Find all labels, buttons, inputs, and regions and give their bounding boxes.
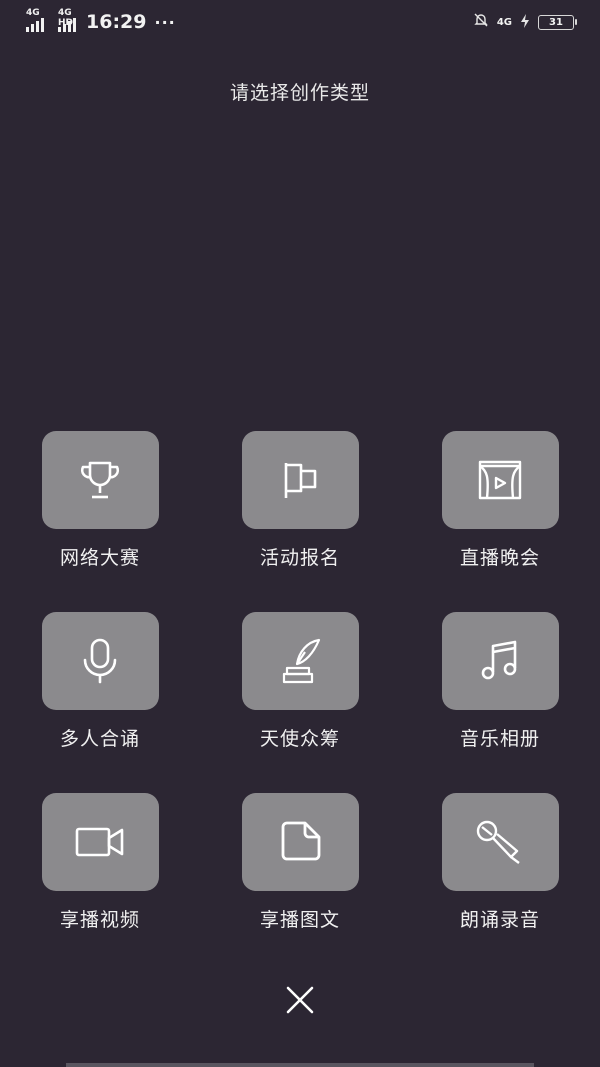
tile-icon-box[interactable]	[41, 612, 159, 710]
clock: 16:29	[86, 11, 147, 33]
tile-label: 多人合诵	[59, 728, 140, 750]
tile-label: 天使众筹	[259, 728, 340, 750]
trophy-icon	[80, 461, 120, 499]
video-camera-icon	[75, 827, 124, 857]
microphone-icon	[83, 638, 117, 684]
tile-network-contest[interactable]: 网络大赛	[0, 431, 200, 570]
network-label: 4G	[496, 16, 512, 28]
signal-icon: 4G HD	[58, 8, 76, 32]
flag-icon	[284, 463, 317, 498]
battery-icon: 31	[538, 14, 577, 30]
tile-recitation-recording[interactable]: 朗诵录音	[400, 793, 600, 932]
status-left: 4G 4G HD 16:29 ···	[26, 8, 176, 33]
network-label: 4G HD	[58, 8, 74, 28]
stage-play-icon	[478, 460, 522, 500]
quill-inkwell-icon	[282, 638, 321, 684]
document-icon	[281, 821, 321, 861]
page-title: 请选择创作类型	[229, 82, 370, 104]
tile-group-recital[interactable]: 多人合诵	[0, 612, 200, 751]
tile-label: 网络大赛	[59, 547, 140, 569]
tile-music-album[interactable]: 音乐相册	[400, 612, 600, 751]
tile-icon-box[interactable]	[441, 431, 559, 529]
close-button[interactable]	[280, 980, 320, 1020]
tile-icon-box[interactable]	[241, 612, 359, 710]
tile-live-gala[interactable]: 直播晚会	[400, 431, 600, 570]
tile-icon-box[interactable]	[41, 793, 159, 891]
tile-label: 音乐相册	[459, 728, 540, 750]
tile-icon-box[interactable]	[441, 612, 559, 710]
tile-icon-box[interactable]	[241, 431, 359, 529]
charging-icon	[520, 12, 530, 33]
status-right: 4G 31	[473, 12, 577, 33]
bell-muted-icon	[473, 12, 489, 33]
close-icon	[286, 986, 314, 1014]
tile-event-signup[interactable]: 活动报名	[200, 431, 400, 570]
tile-share-video[interactable]: 享播视频	[0, 793, 200, 932]
tile-label: 享播视频	[59, 909, 140, 931]
handheld-mic-icon	[476, 820, 520, 864]
tile-label: 直播晚会	[459, 547, 540, 569]
bottom-tab-strip	[66, 1063, 534, 1067]
status-bar: 4G 4G HD 16:29 ··· 4G 31	[0, 0, 600, 44]
network-label: 4G	[26, 8, 40, 18]
tile-label: 朗诵录音	[459, 909, 540, 931]
tile-label: 享播图文	[259, 909, 340, 931]
more-notifications-icon: ···	[154, 12, 176, 32]
tile-label: 活动报名	[259, 547, 340, 569]
music-note-icon	[481, 640, 517, 680]
tile-icon-box[interactable]	[441, 793, 559, 891]
tile-icon-box[interactable]	[241, 793, 359, 891]
tile-angel-crowdfunding[interactable]: 天使众筹	[200, 612, 400, 751]
tile-icon-box[interactable]	[41, 431, 159, 529]
tile-share-image-text[interactable]: 享播图文	[200, 793, 400, 932]
signal-icon: 4G	[26, 8, 44, 32]
